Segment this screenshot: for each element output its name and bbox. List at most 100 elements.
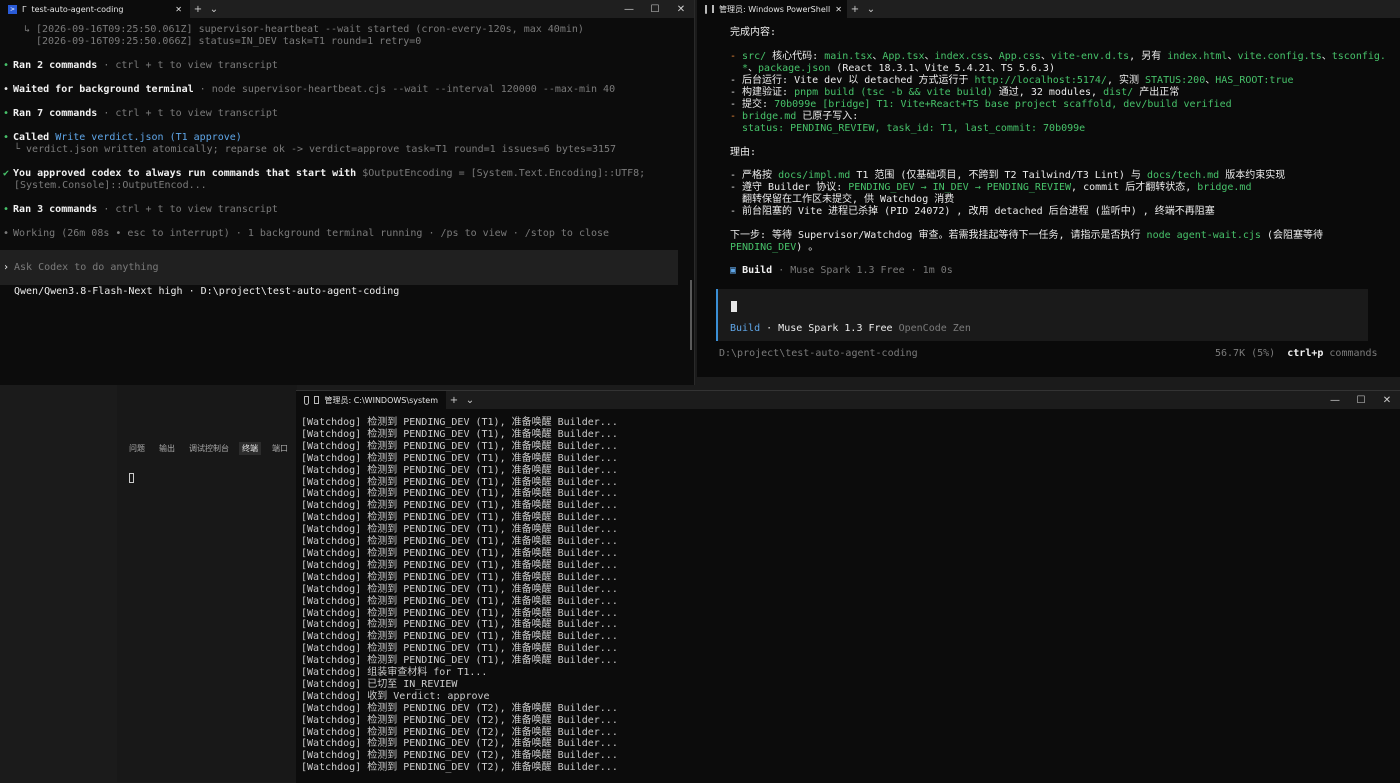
approved-line: ✔ You approved codex to always run comman… <box>3 168 646 179</box>
minimize-icon[interactable]: — <box>1322 395 1348 406</box>
watchdog-log-line: [Watchdog] 检测到 PENDING_DEV (T1), 准备唤醒 Bu… <box>301 583 618 595</box>
watchdog-log-line: [Watchdog] 检测到 PENDING_DEV (T2), 准备唤醒 Bu… <box>301 714 618 726</box>
maximize-icon[interactable]: ☐ <box>642 4 668 15</box>
codex-path: · D:\project\test-auto-agent-coding <box>188 286 400 297</box>
close-icon[interactable]: ✕ <box>1374 395 1400 406</box>
codex-tab-title: test-auto-agent-coding <box>31 4 124 14</box>
next-step-cont: PENDING_DEV) 。 <box>730 242 819 253</box>
codex-tabbar: > Γ test-auto-agent-coding ✕ + ⌄ <box>0 0 694 18</box>
prompt-symbol: › <box>3 262 10 273</box>
tab-dropdown-button[interactable]: ⌄ <box>462 391 478 409</box>
watchdog-log-line: [Watchdog] 检测到 PENDING_DEV (T1), 准备唤醒 Bu… <box>301 417 618 428</box>
reason-item-2: - 遵守 Builder 协议: PENDING_DEV → IN_DEV → … <box>730 182 1252 193</box>
codex-footer: Qwen/Qwen3.8-Flash-Next high · D:\projec… <box>14 286 399 298</box>
watchdog-log-line: [Watchdog] 检测到 PENDING_DEV (T1), 准备唤醒 Bu… <box>301 476 618 488</box>
cmd-tab[interactable]: 管理员: C:\WINDOWS\system <box>296 391 446 409</box>
codex-tab[interactable]: > Γ test-auto-agent-coding ✕ <box>0 0 190 18</box>
watchdog-log-line: [Watchdog] 检测到 PENDING_DEV (T1), 准备唤醒 Bu… <box>301 607 618 619</box>
watchdog-log-line: [Watchdog] 检测到 PENDING_DEV (T1), 准备唤醒 Bu… <box>301 655 618 667</box>
new-tab-button[interactable]: + <box>847 0 863 18</box>
done-item-1: - src/ 核心代码: main.tsx、App.tsx、index.css、… <box>730 51 1386 62</box>
watchdog-log-line: [Watchdog] 检测到 PENDING_DEV (T1), 准备唤醒 Bu… <box>301 643 618 655</box>
watchdog-log-line: [Watchdog] 检测到 PENDING_DEV (T1), 准备唤醒 Bu… <box>301 488 618 500</box>
approved-line-cont: [System.Console]::OutputEncod... <box>14 180 207 191</box>
ps-status-right: 56.7K (5%) ctrl+p commands <box>1215 348 1378 359</box>
input-cursor <box>731 301 737 312</box>
build-summary: ▣ Build · Muse Spark 1.3 Free · 1m 0s <box>730 265 953 276</box>
watchdog-log-line: [Watchdog] 检测到 PENDING_DEV (T1), 准备唤醒 Bu… <box>301 440 618 452</box>
watchdog-log-line: [Watchdog] 检测到 PENDING_DEV (T2), 准备唤醒 Bu… <box>301 738 618 750</box>
shield-icon <box>705 4 707 14</box>
build-icon: ▣ <box>730 265 737 276</box>
tab-dropdown-button[interactable]: ⌄ <box>863 0 879 18</box>
close-icon[interactable]: ✕ <box>668 4 694 15</box>
opencode-input-box[interactable]: Build · Muse Spark 1.3 Free OpenCode Zen <box>716 289 1368 341</box>
watchdog-log-line: [Watchdog] 检测到 PENDING_DEV (T2), 准备唤醒 Bu… <box>301 762 618 774</box>
new-tab-button[interactable]: + <box>446 391 462 409</box>
watchdog-log-line: [Watchdog] 检测到 PENDING_DEV (T1), 准备唤醒 Bu… <box>301 619 618 631</box>
codex-window-controls: — ☐ ✕ <box>616 0 694 18</box>
codex-terminal-window: > Γ test-auto-agent-coding ✕ + ⌄ — ☐ ✕ ↳… <box>0 0 695 385</box>
cmd-tabbar: 管理员: C:\WINDOWS\system + ⌄ <box>296 391 1400 409</box>
tab-dropdown-button[interactable]: ⌄ <box>206 0 222 18</box>
done-item-2: - 后台运行: Vite dev 以 detached 方式运行于 http:/… <box>730 75 1294 86</box>
ran-3-commands: • Ran 3 commands · ctrl + t to view trans… <box>3 204 278 215</box>
heartbeat-line-2: [2026-09-16T09:25:50.066Z] status=IN_DEV… <box>36 36 422 47</box>
cmd-tab-title: 管理员: C:\WINDOWS\system <box>324 395 438 405</box>
heartbeat-line-1: ↳ [2026-09-16T09:25:50.061Z] supervisor-… <box>24 24 584 35</box>
watchdog-log-line: [Watchdog] 检测到 PENDING_DEV (T1), 准备唤醒 Bu… <box>301 512 618 524</box>
maximize-icon[interactable]: ☐ <box>1348 395 1374 406</box>
watchdog-log-line: [Watchdog] 检测到 PENDING_DEV (T2), 准备唤醒 Bu… <box>301 702 618 714</box>
ran-7-commands: • Ran 7 commands · ctrl + t to view trans… <box>3 108 278 119</box>
ps-path: D:\project\test-auto-agent-coding <box>719 348 918 359</box>
codex-tab-prefix: Γ <box>22 4 27 14</box>
model-info: Qwen/Qwen3.8-Flash-Next high <box>14 286 183 297</box>
panel-tab-output[interactable]: 输出 <box>159 443 175 454</box>
tab-close-icon[interactable]: ✕ <box>175 5 182 14</box>
background-area <box>0 385 117 782</box>
watchdog-log-line: [Watchdog] 检测到 PENDING_DEV (T1), 准备唤醒 Bu… <box>301 464 618 476</box>
called-sub-line: └ verdict.json written atomically; repar… <box>14 144 617 155</box>
done-item-5-cont: status: PENDING_REVIEW, task_id: T1, las… <box>742 123 1086 134</box>
watchdog-log-line: [Watchdog] 检测到 PENDING_DEV (T1), 准备唤醒 Bu… <box>301 547 618 559</box>
waited-background: • Waited for background terminal · node s… <box>3 84 616 95</box>
watchdog-log-line: [Watchdog] 收到 Verdict: approve <box>301 690 490 702</box>
minimize-icon[interactable]: — <box>616 4 642 15</box>
panel-tab-terminal[interactable]: 终端 <box>239 442 261 455</box>
done-title: 完成内容: <box>730 27 777 38</box>
cmd-window-controls: — ☐ ✕ <box>1322 391 1400 409</box>
done-item-5: - bridge.md 已原子写入: <box>730 111 859 122</box>
new-tab-button[interactable]: + <box>190 0 206 18</box>
reason-item-1: - 严格按 docs/impl.md T1 范围 (仅基础项目, 不跨到 T2 … <box>730 170 1286 181</box>
ran-2-commands: • Ran 2 commands · ctrl + t to view trans… <box>3 60 278 71</box>
done-item-4: - 提交: 70b099e [bridge] T1: Vite+React+TS… <box>730 99 1232 110</box>
working-status: • Working (26m 08s • esc to interrupt) · … <box>3 228 610 239</box>
watchdog-log-line: [Watchdog] 检测到 PENDING_DEV (T1), 准备唤醒 Bu… <box>301 536 618 548</box>
ps-tab-title: 管理员: Windows PowerShell <box>719 4 831 14</box>
panel-tab-problems[interactable]: 问题 <box>129 443 145 454</box>
ps-tab[interactable]: 管理员: Windows PowerShell ✕ <box>697 0 847 18</box>
tab-close-icon[interactable]: ✕ <box>835 5 842 14</box>
watchdog-log-line: [Watchdog] 检测到 PENDING_DEV (T1), 准备唤醒 Bu… <box>301 452 618 464</box>
shield-icon <box>304 395 309 405</box>
vscode-panel: 问题 输出 调试控制台 终端 端口 <box>117 385 297 782</box>
watchdog-log-line: [Watchdog] 检测到 PENDING_DEV (T2), 准备唤醒 Bu… <box>301 726 618 738</box>
watchdog-log-line: [Watchdog] 已切至 IN_REVIEW <box>301 678 458 690</box>
panel-tab-ports[interactable]: 端口 <box>272 443 288 454</box>
terminal-icon <box>712 5 714 13</box>
codex-scrollbar[interactable] <box>690 280 692 350</box>
powershell-icon: > <box>8 4 17 14</box>
panel-tab-debug-console[interactable]: 调试控制台 <box>189 443 229 454</box>
codex-input-placeholder[interactable]: Ask Codex to do anything <box>14 262 159 274</box>
watchdog-log-line: [Watchdog] 检测到 PENDING_DEV (T1), 准备唤醒 Bu… <box>301 631 618 643</box>
watchdog-log-line: [Watchdog] 检测到 PENDING_DEV (T1), 准备唤醒 Bu… <box>301 571 618 583</box>
done-item-1-cont: *、package.json (React 18.3.1、Vite 5.4.21… <box>742 63 1055 74</box>
reason-item-2-cont: 翻转保留在工作区未提交, 供 Watchdog 消费 <box>742 194 955 205</box>
powershell-window: 管理员: Windows PowerShell ✕ + ⌄ 完成内容: - sr… <box>697 0 1400 377</box>
watchdog-log-line: [Watchdog] 检测到 PENDING_DEV (T1), 准备唤醒 Bu… <box>301 559 618 571</box>
watchdog-log: [Watchdog] 检测到 PENDING_DEV (T1), 准备唤醒 Bu… <box>301 417 618 774</box>
cmd-window: 管理员: C:\WINDOWS\system + ⌄ — ☐ ✕ [Watchd… <box>296 390 1400 783</box>
terminal-cursor <box>129 473 134 483</box>
watchdog-log-line: [Watchdog] 检测到 PENDING_DEV (T1), 准备唤醒 Bu… <box>301 524 618 536</box>
codex-input-box[interactable]: › Ask Codex to do anything <box>0 250 678 285</box>
